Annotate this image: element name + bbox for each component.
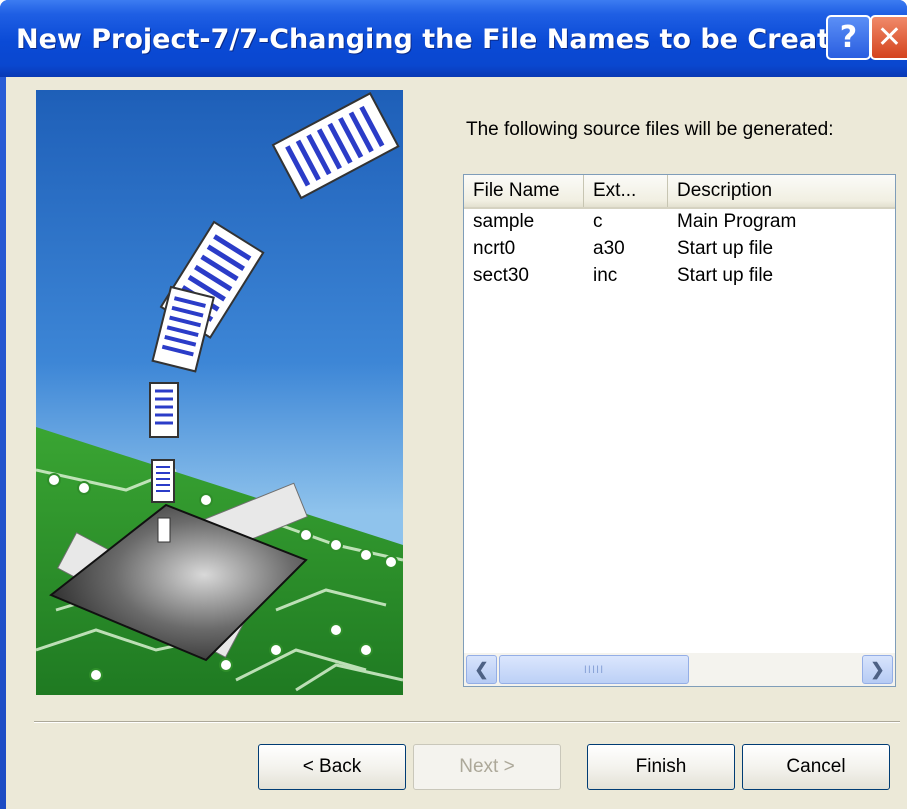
list-item[interactable]: sample c Main Program — [464, 211, 895, 238]
file-ext-cell: inc — [593, 265, 618, 286]
back-button[interactable]: < Back — [258, 744, 406, 790]
grip-icon: IIIII — [583, 663, 605, 676]
dialog-client-area: The following source files will be gener… — [6, 77, 907, 809]
list-item[interactable]: sect30 inc Start up file — [464, 265, 895, 292]
file-name-cell: sect30 — [473, 265, 529, 286]
chevron-right-icon: ❯ — [870, 659, 885, 679]
file-name-cell: ncrt0 — [473, 238, 516, 259]
dialog-window: New Project-7/7-Changing the File Names … — [0, 0, 907, 809]
column-header-description[interactable]: Description — [668, 175, 895, 207]
file-list-body: sample c Main Program ncrt0 a30 Start up… — [464, 211, 895, 292]
scroll-right-button[interactable]: ❯ — [862, 655, 893, 684]
file-ext-cell: a30 — [593, 238, 625, 259]
file-list-header: File Name Ext... Description — [464, 175, 895, 209]
file-description-cell: Main Program — [677, 211, 797, 232]
column-header-file-name[interactable]: File Name — [464, 175, 584, 207]
finish-button[interactable]: Finish — [587, 744, 735, 790]
next-button[interactable]: Next > — [413, 744, 561, 790]
instruction-text: The following source files will be gener… — [466, 119, 834, 140]
cancel-button[interactable]: Cancel — [742, 744, 890, 790]
horizontal-scrollbar[interactable]: ❮ IIIII ❯ — [464, 652, 895, 686]
close-icon: ✕ — [876, 20, 903, 55]
help-button[interactable]: ? — [826, 15, 871, 60]
file-name-cell: sample — [473, 211, 535, 232]
wizard-illustration — [36, 90, 403, 695]
window-title: New Project-7/7-Changing the File Names … — [16, 24, 868, 55]
list-item[interactable]: ncrt0 a30 Start up file — [464, 238, 895, 265]
chevron-left-icon: ❮ — [474, 659, 489, 679]
title-bar[interactable]: New Project-7/7-Changing the File Names … — [0, 0, 907, 77]
file-description-cell: Start up file — [677, 238, 774, 259]
file-list[interactable]: File Name Ext... Description sample c Ma… — [463, 174, 896, 687]
help-icon: ? — [839, 20, 858, 55]
scroll-left-button[interactable]: ❮ — [466, 655, 497, 684]
close-button[interactable]: ✕ — [870, 15, 907, 60]
file-ext-cell: c — [593, 211, 603, 232]
file-description-cell: Start up file — [677, 265, 774, 286]
scroll-thumb[interactable]: IIIII — [499, 655, 689, 684]
button-separator — [34, 721, 900, 723]
column-header-extension[interactable]: Ext... — [584, 175, 668, 207]
